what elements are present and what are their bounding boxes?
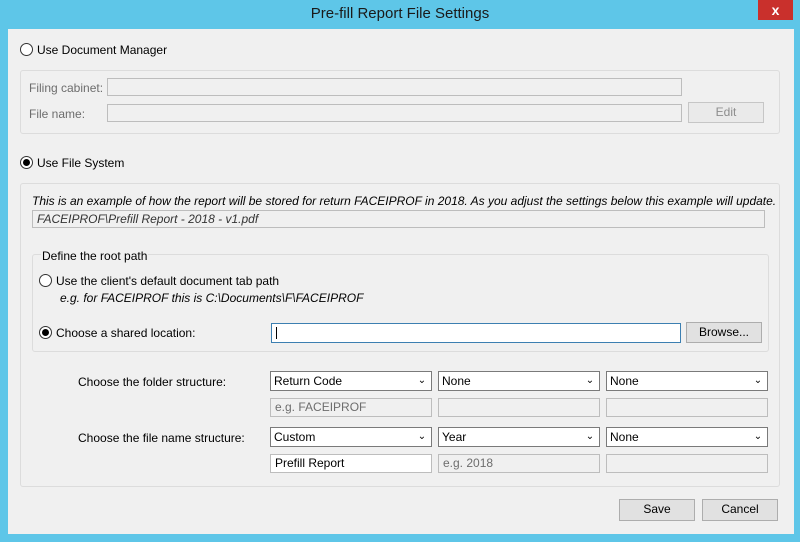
cancel-button[interactable]: Cancel [702,499,778,521]
root-path-group: Define the root path Use the client's de… [32,249,769,352]
chevron-down-icon: ⌄ [585,431,595,442]
document-manager-group: Filing cabinet: File name: Edit [20,70,780,134]
use-file-system-label[interactable]: Use File System [37,156,124,170]
shared-location-radio[interactable] [39,326,52,339]
file-system-group: This is an example of how the report wil… [20,183,780,487]
chevron-down-icon: ⌄ [417,431,427,442]
shared-location-label[interactable]: Choose a shared location: [56,326,195,340]
example-path-field: FACEIPROF\Prefill Report - 2018 - v1.pdf [32,210,765,228]
use-file-system-radio[interactable] [20,156,33,169]
folder-structure-combo-2[interactable]: None ⌄ [438,371,600,391]
radio-selected-dot [23,159,30,166]
example-description: This is an example of how the report wil… [32,194,777,208]
folder-structure-combo-1[interactable]: Return Code ⌄ [270,371,432,391]
folder-preview-1: e.g. FACEIPROF [270,398,432,417]
folder-preview-3 [606,398,768,417]
text-caret [276,326,277,339]
title-bar: Pre-fill Report File Settings x [0,0,800,28]
root-path-group-label: Define the root path [41,249,149,263]
folder-structure-label: Choose the folder structure: [78,375,227,389]
dialog-body: Use Document Manager Filing cabinet: Fil… [8,29,794,534]
default-path-example: e.g. for FACEIPROF this is C:\Documents\… [60,291,364,305]
file-name-structure-label: Choose the file name structure: [78,431,245,445]
close-icon: x [771,2,780,18]
use-document-manager-label[interactable]: Use Document Manager [37,43,167,57]
folder-structure-combo-3[interactable]: None ⌄ [606,371,768,391]
file-name-field[interactable] [107,104,682,122]
chevron-down-icon: ⌄ [753,375,763,386]
edit-button[interactable]: Edit [688,102,764,123]
year-preview-field: e.g. 2018 [438,454,600,473]
radio-selected-dot [42,329,49,336]
browse-button[interactable]: Browse... [686,322,762,343]
close-button[interactable]: x [758,0,793,20]
window-title: Pre-fill Report File Settings [310,5,490,22]
file-name-combo-2[interactable]: Year ⌄ [438,427,600,447]
filing-cabinet-label: Filing cabinet: [29,81,104,95]
chevron-down-icon: ⌄ [417,375,427,386]
chevron-down-icon: ⌄ [753,431,763,442]
use-document-manager-radio[interactable] [20,43,33,56]
chevron-down-icon: ⌄ [585,375,595,386]
file-name-combo-3[interactable]: None ⌄ [606,427,768,447]
file-name-label: File name: [29,107,86,121]
default-path-radio[interactable] [39,274,52,287]
file-name-combo-1[interactable]: Custom ⌄ [270,427,432,447]
dialog-window: Pre-fill Report File Settings x Use Docu… [0,0,800,542]
save-button[interactable]: Save [619,499,695,521]
default-path-label[interactable]: Use the client's default document tab pa… [56,274,279,288]
file-name-preview-3 [606,454,768,473]
folder-preview-2 [438,398,600,417]
filing-cabinet-field[interactable] [107,78,682,96]
shared-location-input[interactable] [271,323,681,343]
custom-file-name-input[interactable]: Prefill Report [270,454,432,473]
